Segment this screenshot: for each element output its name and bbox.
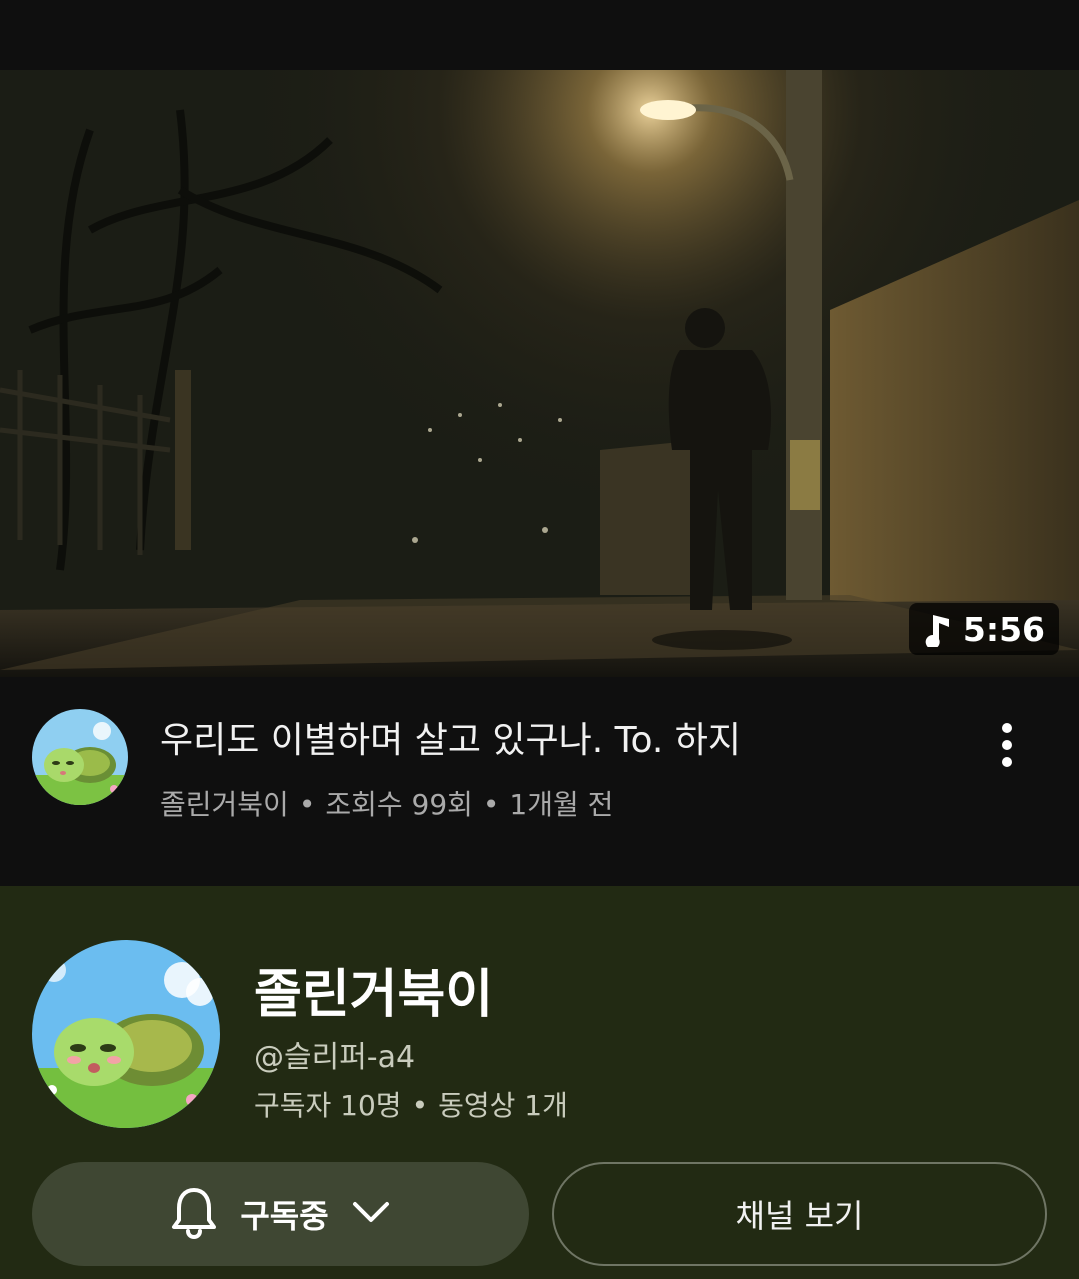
chevron-down-icon [351,1198,391,1230]
view-count: 조회수 99회 [325,788,473,821]
more-vertical-icon[interactable] [982,715,1032,775]
video-count: 동영상 1개 [438,1089,568,1122]
view-channel-button[interactable]: 채널 보기 [552,1162,1047,1266]
video-thumbnail[interactable]: 5:56 [0,70,1079,677]
thumbnail-artwork [0,70,1079,677]
subscribe-label: 구독중 [240,1197,329,1235]
subscriber-count: 구독자 10명 [254,1089,402,1122]
video-channel-name[interactable]: 졸린거북이 [160,788,289,821]
upload-age: 1개월 전 [509,788,614,821]
status-bar [0,0,1079,70]
video-meta: 졸린거북이 • 조회수 99회 • 1개월 전 [160,783,613,823]
meta-separator: • [298,788,316,821]
channel-stats: 구독자 10명 • 동영상 1개 [254,1084,568,1124]
duration-text: 5:56 [962,609,1045,649]
meta-separator: • [482,788,500,821]
duration-badge: 5:56 [908,603,1059,655]
channel-avatar-large[interactable] [32,940,220,1128]
channel-avatar-small[interactable] [32,709,128,805]
music-note-icon [921,611,953,647]
channel-name[interactable]: 졸린거북이 [254,952,493,1027]
bell-icon [170,1184,218,1244]
channel-card: 졸린거북이 @슬리퍼-a4 구독자 10명 • 동영상 1개 구독중 채널 보기 [0,886,1079,1279]
video-info-row: 우리도 이별하며 살고 있구나. To. 하지 졸린거북이 • 조회수 99회 • 1개… [0,677,1079,886]
stats-separator: • [411,1089,429,1122]
subscribed-button[interactable]: 구독중 [32,1162,529,1266]
channel-handle: @슬리퍼-a4 [254,1040,416,1075]
video-title[interactable]: 우리도 이별하며 살고 있구나. To. 하지 [160,717,960,765]
